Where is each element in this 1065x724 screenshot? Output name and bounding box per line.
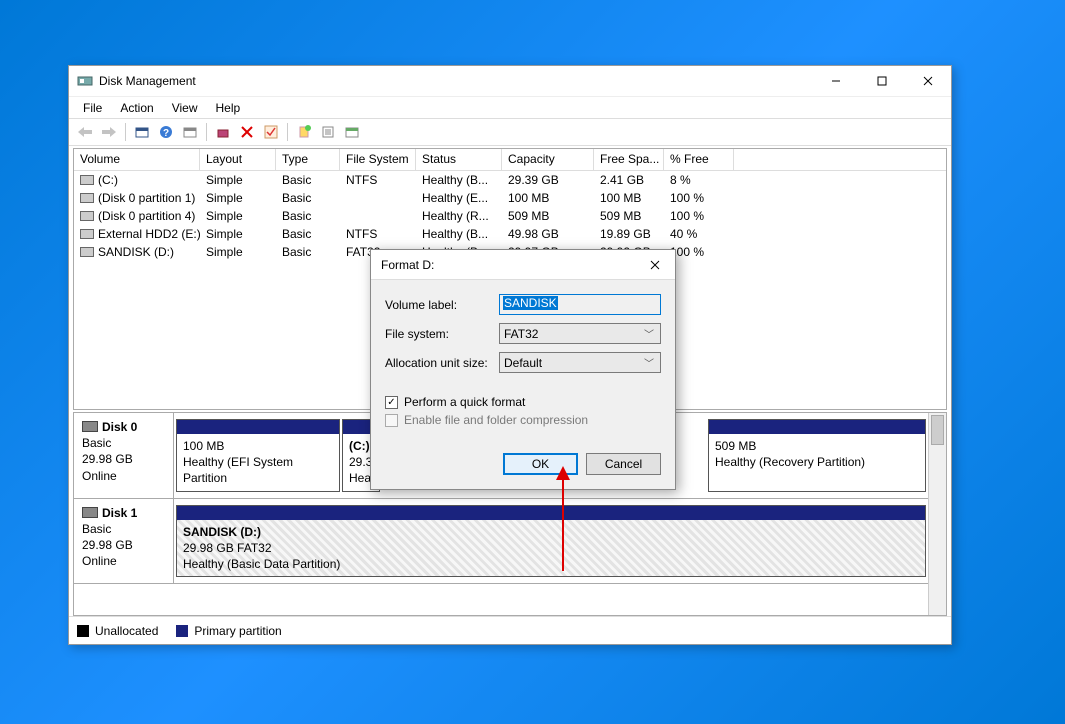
disk0-info: Disk 0 Basic 29.98 GB Online — [74, 413, 174, 498]
back-button[interactable] — [74, 121, 96, 143]
svg-text:?: ? — [163, 128, 169, 139]
forward-button[interactable] — [98, 121, 120, 143]
partition-box[interactable]: 100 MBHealthy (EFI System Partition — [176, 419, 340, 492]
volume-icon — [80, 211, 94, 221]
alloc-unit-combo[interactable]: Default﹀ — [499, 352, 661, 373]
disk-icon — [82, 421, 98, 432]
col-volume[interactable]: Volume — [74, 149, 200, 170]
disk-icon — [82, 507, 98, 518]
menu-view[interactable]: View — [164, 99, 206, 117]
close-button[interactable] — [905, 66, 951, 96]
table-header: Volume Layout Type File System Status Ca… — [74, 149, 946, 171]
chevron-down-icon: ﹀ — [644, 355, 654, 370]
dialog-titlebar[interactable]: Format D: — [371, 250, 675, 280]
minimize-button[interactable] — [813, 66, 859, 96]
app-icon — [77, 73, 93, 89]
volume-icon — [80, 193, 94, 203]
checkbox-unchecked-icon — [385, 414, 398, 427]
toolbar-list-icon[interactable] — [317, 121, 339, 143]
disk1-info: Disk 1 Basic 29.98 GB Online — [74, 499, 174, 584]
ok-button[interactable]: OK — [503, 453, 578, 475]
toolbar-check-icon[interactable] — [260, 121, 282, 143]
table-row[interactable]: External HDD2 (E:)SimpleBasicNTFSHealthy… — [74, 225, 946, 243]
maximize-button[interactable] — [859, 66, 905, 96]
toolbar-properties-icon[interactable] — [131, 121, 153, 143]
toolbar-delete-icon[interactable] — [236, 121, 258, 143]
format-dialog: Format D: Volume label: SANDISK File sys… — [370, 249, 676, 490]
legend: Unallocated Primary partition — [69, 616, 951, 644]
col-layout[interactable]: Layout — [200, 149, 276, 170]
col-capacity[interactable]: Capacity — [502, 149, 594, 170]
vertical-scrollbar[interactable] — [928, 413, 946, 615]
file-system-combo[interactable]: FAT32﹀ — [499, 323, 661, 344]
col-pctfree[interactable]: % Free — [664, 149, 734, 170]
volume-icon — [80, 175, 94, 185]
menu-help[interactable]: Help — [208, 99, 249, 117]
toolbar-new-icon[interactable] — [293, 121, 315, 143]
toolbar-help-icon[interactable]: ? — [155, 121, 177, 143]
partition-box[interactable]: SANDISK (D:)29.98 GB FAT32Healthy (Basic… — [176, 505, 926, 578]
toolbar: ? — [69, 118, 951, 146]
col-filesystem[interactable]: File System — [340, 149, 416, 170]
toolbar-refresh-icon[interactable] — [179, 121, 201, 143]
volume-label-input[interactable]: SANDISK — [499, 294, 661, 315]
menubar: File Action View Help — [69, 96, 951, 118]
disk-row-1: Disk 1 Basic 29.98 GB Online SANDISK (D:… — [74, 499, 928, 585]
file-system-label: File system: — [385, 327, 499, 341]
table-row[interactable]: (Disk 0 partition 4)SimpleBasicHealthy (… — [74, 207, 946, 225]
chevron-down-icon: ﹀ — [644, 326, 654, 341]
volume-label-label: Volume label: — [385, 298, 499, 312]
toolbar-manage-icon[interactable] — [341, 121, 363, 143]
menu-file[interactable]: File — [75, 99, 110, 117]
cancel-button[interactable]: Cancel — [586, 453, 661, 475]
titlebar[interactable]: Disk Management — [69, 66, 951, 96]
legend-unallocated-swatch — [77, 625, 89, 637]
partition-box[interactable]: 509 MBHealthy (Recovery Partition) — [708, 419, 926, 492]
col-freespace[interactable]: Free Spa... — [594, 149, 664, 170]
checkbox-checked-icon: ✓ — [385, 396, 398, 409]
menu-action[interactable]: Action — [112, 99, 161, 117]
col-status[interactable]: Status — [416, 149, 502, 170]
legend-primary-swatch — [176, 625, 188, 637]
window-title: Disk Management — [99, 74, 813, 88]
compression-checkbox: Enable file and folder compression — [385, 413, 661, 427]
volume-icon — [80, 229, 94, 239]
alloc-unit-label: Allocation unit size: — [385, 356, 499, 370]
table-row[interactable]: (C:)SimpleBasicNTFSHealthy (B...29.39 GB… — [74, 171, 946, 189]
toolbar-settings-icon[interactable] — [212, 121, 234, 143]
table-row[interactable]: (Disk 0 partition 1)SimpleBasicHealthy (… — [74, 189, 946, 207]
dialog-close-button[interactable] — [635, 250, 675, 280]
volume-icon — [80, 247, 94, 257]
dialog-title: Format D: — [381, 258, 635, 272]
quick-format-checkbox[interactable]: ✓ Perform a quick format — [385, 395, 661, 409]
col-type[interactable]: Type — [276, 149, 340, 170]
